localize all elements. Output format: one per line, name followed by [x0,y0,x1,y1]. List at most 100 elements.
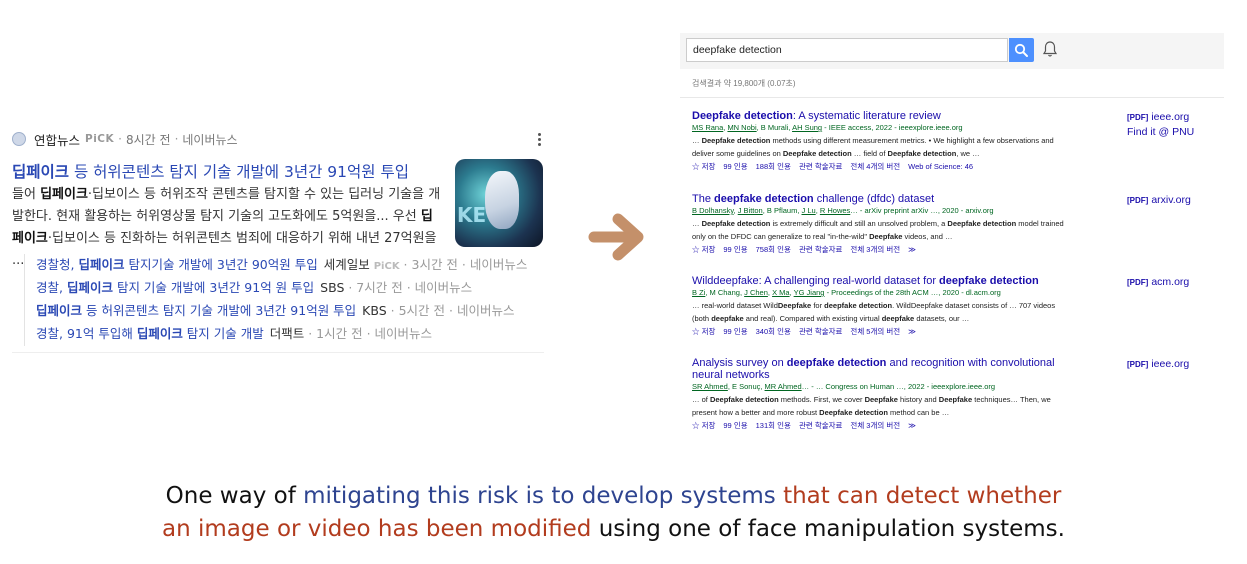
related-articles-link[interactable]: 관련 학술자료 [799,162,842,171]
result-snippet-bold: Deepfake [864,395,898,404]
result-count: 검색결과 약 19,800개 (0.07초) [692,79,796,88]
search-button[interactable] [1009,38,1034,62]
related-articles-link[interactable]: 관련 학술자료 [799,327,842,336]
author-link[interactable]: J Chen [744,288,768,297]
result-authors-text: , B Pflaum, [762,206,802,215]
result-snippet-text: … [692,219,702,228]
save-link[interactable]: ☆ 저장 [692,421,715,430]
news-snippet-text: 들어 [12,187,41,202]
related-title-keyword: 딥페이크 [36,303,83,318]
related-articles-link[interactable]: 관련 학술자료 [799,245,842,254]
search-bar: deepfake detection [680,33,1224,69]
related-articles-link[interactable]: 관련 학술자료 [799,421,842,430]
author-link[interactable]: MN Nobi [727,123,756,132]
result-authors-text: … - arXiv preprint arXiv …, 2020 - arxiv… [850,206,994,215]
publisher-name[interactable]: 연합뉴스 [34,130,80,149]
pdf-tag: [PDF] [1127,196,1149,205]
pick-badge: PiCK [373,261,400,272]
publisher-logo-icon [12,132,26,146]
cited-by-link[interactable]: 340회 인용 [756,327,791,336]
bell-icon[interactable] [1042,40,1058,58]
more-link[interactable]: Web of Science: 46 [908,162,973,171]
result-actions: ☆ 저장 99 인용 758회 인용 관련 학술자료 전체 3개의 버전 ≫ [692,244,1222,255]
save-link[interactable]: ☆ 저장 [692,327,715,336]
author-link[interactable]: SR Ahmed [692,382,728,391]
more-options-icon[interactable] [538,133,542,146]
result-snippet-text: … of [692,395,710,404]
pdf-tag: [PDF] [1127,360,1149,369]
related-news-title-link[interactable]: 경찰, 91억 투입해 딥페이크 탐지 기술 개발 [36,326,264,341]
related-news-source[interactable]: 세계일보 [324,257,370,272]
author-link[interactable]: R Howes [820,206,850,215]
related-news-item: 경찰, 91억 투입해 딥페이크 탐지 기술 개발 더팩트 · 1시간 전 · 네… [36,323,527,346]
result-snippet-text: history and [897,395,939,404]
result-snippet: … Deepfake detection methods using diffe… [692,135,1072,160]
pdf-link[interactable]: [PDF] ieee.org Find it @ PNU [1127,110,1194,140]
cited-by-link[interactable]: 131회 인용 [756,421,791,430]
result-authors-text: - IEEE access, 2022 - ieeexplore.ieee.or… [822,123,963,132]
result-snippet-bold: Deepfake [938,395,973,404]
author-link[interactable]: YG Jiang [794,288,825,297]
news-title-link[interactable]: 딥페이크 등 허위콘텐츠 탐지 기술 개발에 3년간 91억원 투입 [12,160,442,182]
author-link[interactable]: MR Ahmed [765,382,802,391]
result-snippet: … of Deepfake detection methods. First, … [692,394,1072,419]
cite-link[interactable]: 99 인용 [723,327,747,336]
related-news-title-link[interactable]: 경찰청, 딥페이크 탐지기술 개발에 3년간 90억원 투입 [36,257,318,272]
result-title-link[interactable]: Analysis survey on deepfake detection an… [692,357,1072,381]
related-news-item: 딥페이크 등 허위콘텐츠 탐지 기술 개발에 3년간 91억원 투입 KBS · … [36,300,527,323]
pdf-source: arxiv.org [1151,194,1191,206]
pdf-link[interactable]: [PDF] ieee.org [1127,357,1189,372]
news-thumbnail-image[interactable]: KE [455,159,543,247]
cited-by-link[interactable]: 758회 인용 [756,245,791,254]
more-link[interactable]: ≫ [908,327,916,336]
news-header: 연합뉴스 PiCK · 8시간 전 · 네이버뉴스 [12,128,544,150]
versions-link[interactable]: 전체 5개의 버전 [850,327,900,336]
save-link[interactable]: ☆ 저장 [692,162,715,171]
author-link[interactable]: B Zi [692,288,705,297]
related-news-title-link[interactable]: 딥페이크 등 허위콘텐츠 탐지 기술 개발에 3년간 91억원 투입 [36,303,356,318]
result-title-text: Wilddeepfake: A challenging real-world d… [692,275,940,287]
related-title-text: 경찰, [36,280,67,295]
result-snippet-bold: deepfake [881,313,915,323]
save-link[interactable]: ☆ 저장 [692,245,715,254]
versions-link[interactable]: 전체 3개의 버전 [850,245,900,254]
author-link[interactable]: J Bitton [738,206,763,215]
more-link[interactable]: ≫ [908,421,916,430]
related-title-keyword: 딥페이크 [78,257,125,272]
author-link[interactable]: X Ma [772,288,790,297]
author-link[interactable]: J Lu [802,206,816,215]
result-title-link[interactable]: The deepfake detection challenge (dfdc) … [692,193,1072,205]
versions-link[interactable]: 전체 4개의 버전 [850,162,900,171]
related-news-meta: · 3시간 전 · 네이버뉴스 [399,257,528,272]
author-link[interactable]: AH Sung [792,123,822,132]
related-news-source[interactable]: KBS [362,303,387,318]
result-title-link[interactable]: Wilddeepfake: A challenging real-world d… [692,275,1072,287]
cite-link[interactable]: 99 인용 [723,162,747,171]
result-title-link[interactable]: Deepfake detection: A systematic literat… [692,110,1072,122]
cite-link[interactable]: 99 인용 [723,421,747,430]
related-news-list: 경찰청, 딥페이크 탐지기술 개발에 3년간 90억원 투입 세계일보 PiCK ·… [24,254,527,346]
news-snippet-bold: 딥페이크 [40,187,88,202]
pdf-link[interactable]: [PDF] arxiv.org [1127,193,1191,208]
search-input[interactable]: deepfake detection [686,38,1008,62]
related-news-title-link[interactable]: 경찰, 딥페이크 탐지 기술 개발에 3년간 91억 원 투입 [36,280,314,295]
pdf-source: acm.org [1151,276,1190,288]
news-source-link[interactable]: 네이버뉴스 [182,131,237,148]
result-authors-text: … - … Congress on Human …, 2022 - ieeexp… [801,382,996,391]
result-snippet-text: … [692,136,702,145]
cite-link[interactable]: 99 인용 [723,245,747,254]
find-it-link[interactable]: Find it @ PNU [1127,126,1194,138]
result-snippet-text: , we … [956,148,980,158]
related-news-source[interactable]: SBS [320,280,344,295]
result-snippet-bold: Deepfake detection [947,219,1017,228]
related-news-source[interactable]: 더팩트 [270,326,305,341]
cited-by-link[interactable]: 188회 인용 [756,162,791,171]
result-snippet-bold: Deepfake detection [701,219,771,228]
more-link[interactable]: ≫ [908,245,916,254]
pdf-link[interactable]: [PDF] acm.org [1127,275,1189,290]
pdf-source: ieee.org [1151,111,1190,123]
author-link[interactable]: B Dolhansky [692,206,734,215]
related-news-item: 경찰, 딥페이크 탐지 기술 개발에 3년간 91억 원 투입 SBS · 7시간… [36,277,527,300]
versions-link[interactable]: 전체 3개의 버전 [850,421,900,430]
author-link[interactable]: MS Rana [692,123,723,132]
